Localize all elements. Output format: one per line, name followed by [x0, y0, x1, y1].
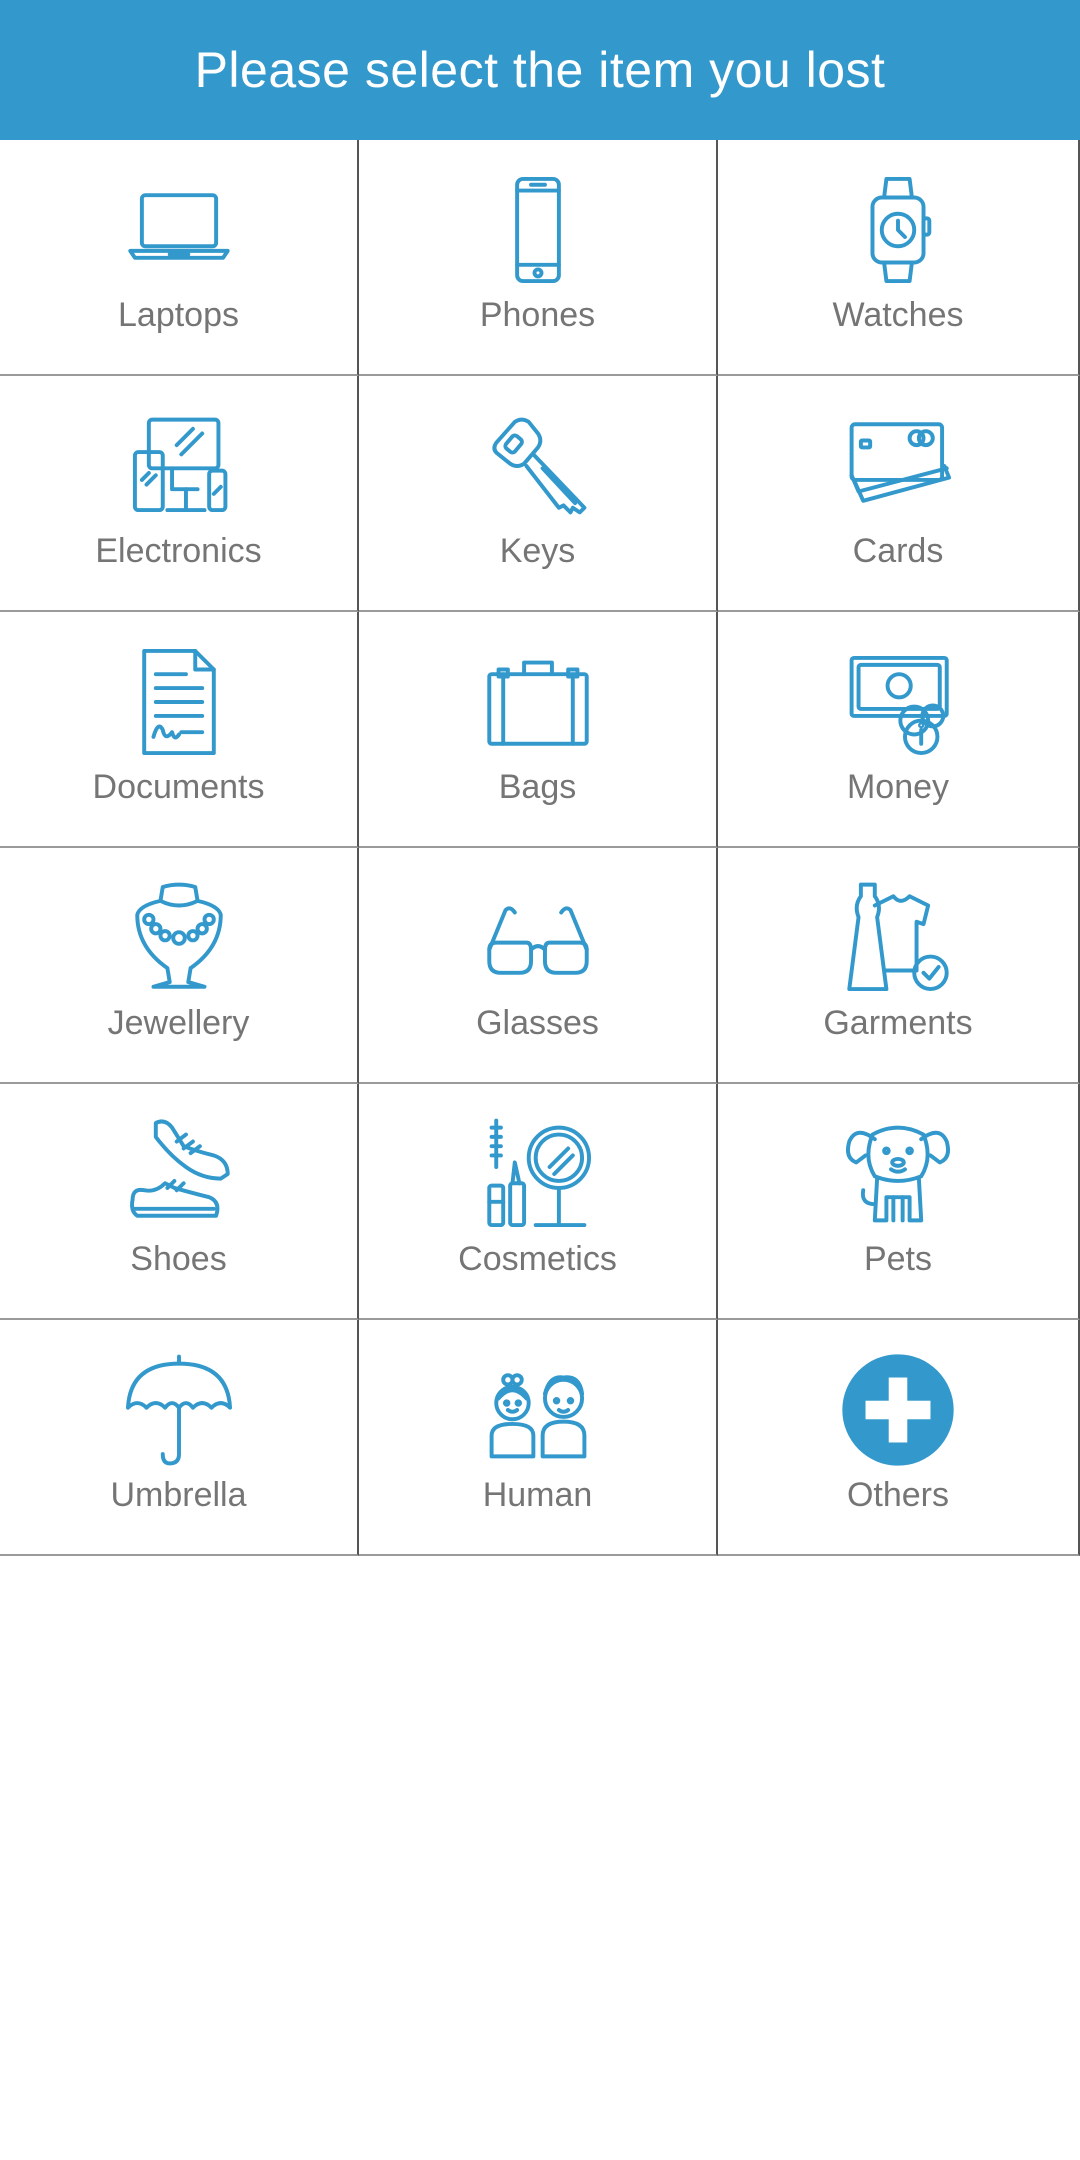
category-label: Shoes	[130, 1240, 227, 1278]
category-label: Human	[482, 1476, 593, 1514]
category-label: Documents	[92, 768, 265, 806]
category-others[interactable]: Others	[718, 1320, 1080, 1556]
bag-icon	[478, 642, 598, 762]
category-garments[interactable]: Garments	[718, 848, 1080, 1084]
phone-icon	[478, 170, 598, 290]
category-label: Jewellery	[107, 1004, 250, 1042]
laptop-icon	[119, 170, 239, 290]
category-money[interactable]: Money	[718, 612, 1080, 848]
category-label: Electronics	[95, 532, 262, 570]
plus-circle-icon	[838, 1350, 958, 1470]
category-jewellery[interactable]: Jewellery	[0, 848, 359, 1084]
category-keys[interactable]: Keys	[359, 376, 718, 612]
document-icon	[119, 642, 239, 762]
cards-icon	[838, 406, 958, 526]
human-icon	[478, 1350, 598, 1470]
page-header: Please select the item you lost	[0, 0, 1080, 140]
money-icon	[838, 642, 958, 762]
category-pets[interactable]: Pets	[718, 1084, 1080, 1320]
category-label: Phones	[479, 296, 596, 334]
page-title: Please select the item you lost	[194, 42, 886, 98]
category-cards[interactable]: Cards	[718, 376, 1080, 612]
category-cosmetics[interactable]: Cosmetics	[359, 1084, 718, 1320]
category-human[interactable]: Human	[359, 1320, 718, 1556]
category-phones[interactable]: Phones	[359, 140, 718, 376]
umbrella-icon	[119, 1350, 239, 1470]
category-documents[interactable]: Documents	[0, 612, 359, 848]
category-label: Garments	[823, 1004, 973, 1042]
category-label: Bags	[498, 768, 577, 806]
glasses-icon	[478, 878, 598, 998]
category-label: Others	[846, 1476, 950, 1514]
electronics-icon	[119, 406, 239, 526]
garments-icon	[838, 878, 958, 998]
category-label: Watches	[832, 296, 964, 334]
category-label: Laptops	[118, 296, 239, 334]
category-bags[interactable]: Bags	[359, 612, 718, 848]
category-label: Pets	[863, 1240, 933, 1278]
category-umbrella[interactable]: Umbrella	[0, 1320, 359, 1556]
category-electronics[interactable]: Electronics	[0, 376, 359, 612]
category-laptops[interactable]: Laptops	[0, 140, 359, 376]
category-watches[interactable]: Watches	[718, 140, 1080, 376]
category-label: Money	[846, 768, 950, 806]
pet-icon	[838, 1114, 958, 1234]
category-label: Cosmetics	[458, 1240, 617, 1278]
category-glasses[interactable]: Glasses	[359, 848, 718, 1084]
category-label: Keys	[499, 532, 576, 570]
category-label: Umbrella	[110, 1476, 247, 1514]
cosmetics-icon	[478, 1114, 598, 1234]
category-shoes[interactable]: Shoes	[0, 1084, 359, 1320]
key-icon	[478, 406, 598, 526]
jewellery-icon	[119, 878, 239, 998]
category-label: Cards	[852, 532, 944, 570]
item-category-grid: Laptops Phones Watches Electronics Keys …	[0, 140, 1080, 1556]
category-label: Glasses	[476, 1004, 599, 1042]
watch-icon	[838, 170, 958, 290]
shoes-icon	[119, 1114, 239, 1234]
